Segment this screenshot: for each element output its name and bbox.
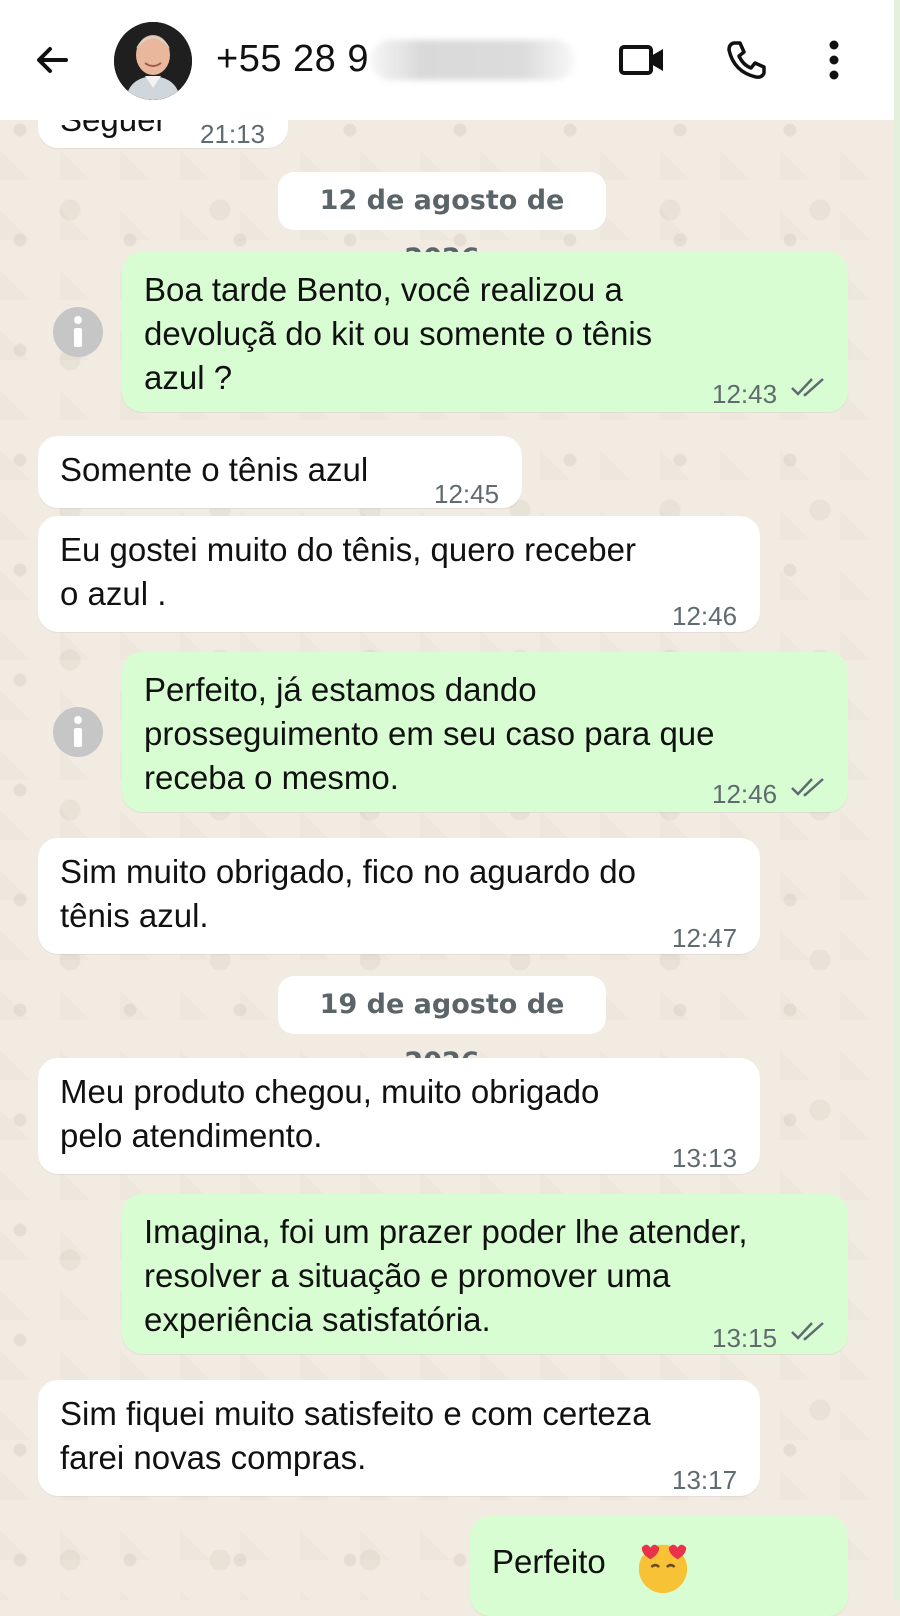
phone-icon[interactable] bbox=[724, 38, 768, 82]
message-time: 13:15 bbox=[712, 1323, 778, 1353]
double-check-icon bbox=[791, 778, 824, 797]
message-text: Meu produto chegou, muito obrigado pelo … bbox=[60, 1073, 600, 1154]
message-incoming[interactable]: Meu produto chegou, muito obrigado pelo … bbox=[38, 1058, 760, 1174]
message-incoming[interactable]: Sim fiquei muito satisfeito e com certez… bbox=[38, 1380, 760, 1496]
info-icon[interactable] bbox=[52, 706, 104, 758]
date-separator: 12 de agosto de 2026 bbox=[278, 172, 606, 274]
message-outgoing[interactable]: Perfeito, já estamos dando prosseguiment… bbox=[122, 652, 848, 812]
more-vert-icon[interactable] bbox=[820, 38, 848, 82]
message-time: 13:13 bbox=[672, 1143, 738, 1173]
message-time: 12:46 bbox=[672, 601, 738, 631]
message-outgoing[interactable]: Imagina, foi um prazer poder lhe atender… bbox=[122, 1194, 848, 1354]
message-incoming[interactable]: Somente o tênis azul 12:45 bbox=[38, 436, 522, 509]
video-camera-icon[interactable] bbox=[618, 40, 666, 80]
message-incoming[interactable]: Eu gostei muito do tênis, quero receber … bbox=[38, 516, 760, 632]
message-time: 12:47 bbox=[672, 923, 738, 953]
double-check-icon bbox=[791, 378, 824, 397]
message-text: Eu gostei muito do tênis, quero receber … bbox=[60, 531, 637, 612]
message-time: 12:46 bbox=[712, 779, 778, 809]
double-check-icon bbox=[791, 1322, 824, 1341]
message-time: 12:45 bbox=[434, 479, 500, 509]
message-incoming[interactable]: Sim muito obrigado, fico no aguardo do t… bbox=[38, 838, 760, 954]
message-time: 13:17 bbox=[672, 1465, 738, 1495]
date-separator: 19 de agosto de 2026 bbox=[278, 976, 606, 1078]
message-text: Sim fiquei muito satisfeito e com certez… bbox=[60, 1395, 651, 1476]
info-icon[interactable] bbox=[52, 306, 104, 358]
edge-strip bbox=[894, 0, 900, 1600]
arrow-left-icon[interactable] bbox=[30, 38, 74, 82]
message-time: 12:43 bbox=[712, 379, 778, 409]
message-outgoing[interactable]: Boa tarde Bento, você realizou a devoluç… bbox=[122, 252, 848, 412]
chat-header: +55 28 9 bbox=[0, 0, 900, 120]
message-outgoing-partial[interactable]: Perfeito bbox=[470, 1516, 848, 1616]
message-text: Sim muito obrigado, fico no aguardo do t… bbox=[60, 853, 637, 934]
smiling-face-with-hearts-icon bbox=[638, 1544, 688, 1594]
avatar[interactable] bbox=[114, 22, 192, 100]
redacted-number-blur bbox=[370, 40, 575, 80]
contact-phone-number[interactable]: +55 28 9 bbox=[216, 38, 369, 81]
